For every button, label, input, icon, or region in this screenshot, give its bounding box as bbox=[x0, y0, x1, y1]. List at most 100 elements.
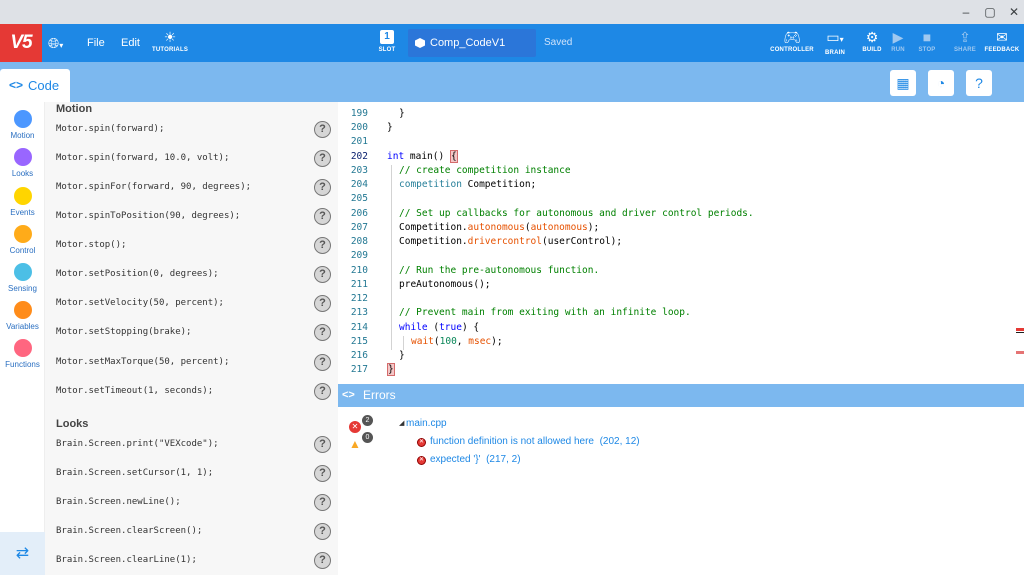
help-question-icon[interactable]: ? bbox=[314, 523, 331, 540]
line-number: 205 bbox=[350, 193, 368, 204]
minimize-button[interactable]: – bbox=[958, 4, 974, 20]
restore-button[interactable]: ▢ bbox=[982, 4, 998, 20]
help-question-icon[interactable]: ? bbox=[314, 436, 331, 453]
brain-button[interactable]: ▭▾ BRAIN bbox=[818, 24, 852, 62]
error-item[interactable]: function definition is not allowed here … bbox=[430, 436, 640, 447]
line-number: 199 bbox=[350, 108, 368, 119]
help-question-icon[interactable]: ? bbox=[314, 324, 331, 341]
code-line: while (true) { bbox=[399, 322, 480, 333]
code-comment: // Prevent main from exiting with an inf… bbox=[399, 307, 691, 318]
palette-header-motion: Motion bbox=[56, 103, 93, 115]
palette-item[interactable]: Motor.setStopping(brake);? bbox=[56, 324, 331, 344]
palette-item[interactable]: Motor.spinToPosition(90, degrees);? bbox=[56, 208, 331, 228]
help-question-icon[interactable]: ? bbox=[314, 121, 331, 138]
palette-item[interactable]: Brain.Screen.newLine();? bbox=[56, 494, 331, 514]
palette-item[interactable]: Brain.Screen.clearLine(1);? bbox=[56, 552, 331, 572]
tab-bar: <> Code ▦ ◔ ? bbox=[0, 62, 1024, 102]
palette-item[interactable]: Motor.setMaxTorque(50, percent);? bbox=[56, 354, 331, 374]
code-editor[interactable]: 199 200 201 202 203 204 205 206 207 208 … bbox=[338, 102, 1024, 384]
line-number: 213 bbox=[350, 307, 368, 318]
lightbulb-icon: ☀︎ bbox=[163, 29, 177, 45]
looks-dot-icon bbox=[13, 148, 32, 166]
palette-item[interactable]: Motor.stop();? bbox=[56, 237, 331, 257]
brain-icon: ▭▾ bbox=[826, 29, 844, 45]
slot-button[interactable]: 1 SLOT bbox=[376, 24, 398, 62]
palette-item[interactable]: Motor.spin(forward);? bbox=[56, 121, 331, 141]
category-sidebar: Motion Looks Events Control Sensing Vari… bbox=[0, 102, 45, 575]
error-x-icon: ✕ bbox=[417, 456, 426, 465]
devices-button[interactable]: ▦ bbox=[890, 70, 916, 96]
line-number: 212 bbox=[350, 293, 368, 304]
project-name-field[interactable]: Comp_CodeV1 bbox=[408, 29, 536, 57]
controller-icon: 🎮︎ bbox=[783, 29, 801, 45]
category-variables[interactable]: Variables bbox=[0, 301, 45, 339]
warning-icon[interactable]: ▲ bbox=[349, 438, 361, 450]
palette-item[interactable]: Brain.Screen.print("VEXcode");? bbox=[56, 436, 331, 456]
feedback-button[interactable]: ✉︎ FEEDBACK bbox=[983, 24, 1021, 62]
help-question-icon[interactable]: ? bbox=[314, 465, 331, 482]
control-dot-icon bbox=[13, 225, 32, 243]
tab-code[interactable]: <> Code bbox=[0, 69, 70, 102]
extensions-button[interactable]: ⇄ bbox=[0, 532, 45, 575]
category-motion[interactable]: Motion bbox=[0, 110, 45, 148]
palette-item[interactable]: Motor.setTimeout(1, seconds);? bbox=[56, 383, 331, 403]
line-number: 203 bbox=[350, 165, 368, 176]
help-button[interactable]: ? bbox=[966, 70, 992, 96]
line-number: 216 bbox=[350, 350, 368, 361]
error-item[interactable]: expected '}' (217, 2) bbox=[430, 454, 521, 465]
palette-item[interactable]: Brain.Screen.setCursor(1, 1);? bbox=[56, 465, 331, 485]
help-question-icon[interactable]: ? bbox=[314, 354, 331, 371]
category-control[interactable]: Control bbox=[0, 225, 45, 263]
help-question-icon[interactable]: ? bbox=[314, 494, 331, 511]
line-number: 210 bbox=[350, 265, 368, 276]
tutorials-button[interactable]: ☀︎ TUTORIALS bbox=[152, 24, 188, 62]
vex-logo: V5 bbox=[0, 24, 42, 62]
palette-item[interactable]: Motor.spinFor(forward, 90, degrees);? bbox=[56, 179, 331, 199]
help-question-icon[interactable]: ? bbox=[314, 179, 331, 196]
edit-menu[interactable]: Edit bbox=[121, 24, 140, 62]
stop-button[interactable]: ■ STOP bbox=[914, 24, 940, 62]
palette-item[interactable]: Motor.setVelocity(50, percent);? bbox=[56, 295, 331, 315]
help-question-icon[interactable]: ? bbox=[314, 295, 331, 312]
category-sensing[interactable]: Sensing bbox=[0, 263, 45, 301]
help-question-icon[interactable]: ? bbox=[314, 237, 331, 254]
code-comment: // Set up callbacks for autonomous and d… bbox=[399, 208, 754, 219]
error-icon[interactable]: ✕ bbox=[349, 421, 361, 433]
code-line: preAutonomous(); bbox=[399, 279, 491, 290]
file-menu[interactable]: File bbox=[87, 24, 105, 62]
build-button[interactable]: ⚙︎ BUILD bbox=[859, 24, 885, 62]
error-x-icon: ✕ bbox=[417, 438, 426, 447]
sensing-dot-icon bbox=[13, 263, 32, 281]
help-question-icon[interactable]: ? bbox=[314, 208, 331, 225]
code-line: Competition.autonomous(autonomous); bbox=[399, 222, 600, 233]
controller-button[interactable]: 🎮︎ CONTROLLER bbox=[768, 24, 816, 62]
save-status: Saved bbox=[544, 37, 573, 48]
help-question-icon[interactable]: ? bbox=[314, 266, 331, 283]
app-toolbar: V5 🌐︎▾ File Edit ☀︎ TUTORIALS 1 SLOT Com… bbox=[0, 24, 1024, 62]
palette-item[interactable]: Brain.Screen.clearScreen();? bbox=[56, 523, 331, 543]
extension-blocks-icon: ⇄ bbox=[15, 545, 30, 562]
line-number: 215 bbox=[350, 336, 368, 347]
language-globe-icon[interactable]: 🌐︎▾ bbox=[48, 24, 63, 62]
close-window-button[interactable]: ✕ bbox=[1006, 4, 1022, 20]
errors-header[interactable]: <> Errors bbox=[338, 384, 1024, 407]
scrollbar-cursor-marker bbox=[1016, 332, 1024, 333]
share-button[interactable]: ⇪ SHARE bbox=[952, 24, 978, 62]
category-looks[interactable]: Looks bbox=[0, 148, 45, 186]
help-question-icon[interactable]: ? bbox=[314, 383, 331, 400]
error-file-name[interactable]: main.cpp bbox=[406, 418, 447, 429]
help-question-icon[interactable]: ? bbox=[314, 150, 331, 167]
functions-dot-icon bbox=[13, 339, 32, 357]
collapse-triangle-icon[interactable]: ◢ bbox=[399, 419, 404, 427]
browser-title-bar: – ▢ ✕ bbox=[0, 0, 1024, 24]
help-question-icon[interactable]: ? bbox=[314, 552, 331, 569]
indent-guide bbox=[391, 165, 392, 350]
palette-item[interactable]: Motor.spin(forward, 10.0, volt);? bbox=[56, 150, 331, 170]
code-line: competition Competition; bbox=[399, 179, 537, 190]
dashboard-button[interactable]: ◔ bbox=[928, 70, 954, 96]
category-events[interactable]: Events bbox=[0, 187, 45, 225]
error-count: 2 bbox=[362, 415, 373, 426]
run-button[interactable]: ▶︎ RUN bbox=[886, 24, 910, 62]
palette-item[interactable]: Motor.setPosition(0, degrees);? bbox=[56, 266, 331, 286]
category-functions[interactable]: Functions bbox=[0, 339, 45, 377]
